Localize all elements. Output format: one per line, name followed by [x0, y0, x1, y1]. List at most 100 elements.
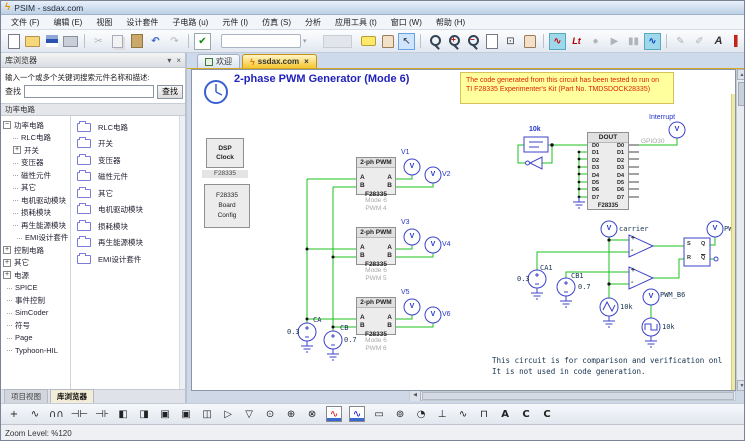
menu-utilities[interactable]: 应用工具 (t) — [335, 17, 377, 28]
vertical-scrollbar[interactable]: ▲ ▼ — [736, 69, 745, 391]
tree-expander-icon[interactable] — [13, 200, 18, 201]
tree-magnetic[interactable]: 磁性元件 — [1, 169, 70, 182]
scroll-up-icon[interactable]: ▲ — [737, 69, 745, 80]
tree-sources[interactable]: + 电源 — [1, 269, 70, 282]
run-icon[interactable]: ▶ — [606, 33, 623, 50]
transformer-2-icon[interactable]: ▣ — [179, 406, 193, 422]
tab-welcome[interactable]: 欢迎 — [197, 54, 240, 68]
edit-disabled-icon[interactable]: ✎ — [672, 33, 689, 50]
horizontal-scrollbar[interactable]: ◀ — [409, 391, 736, 401]
edit2-disabled-icon[interactable]: ✐ — [691, 33, 708, 50]
tree-expander-icon[interactable] — [7, 338, 12, 339]
tree-expander-icon[interactable]: − — [3, 121, 11, 129]
voltage-probe[interactable]: V — [404, 163, 420, 170]
capacitor-icon[interactable]: ⊣⊢ — [71, 406, 88, 422]
sine-source-icon[interactable]: ∿ — [456, 406, 470, 422]
clip-icon[interactable]: ▌ — [729, 33, 745, 50]
current-source-icon[interactable]: ⊚ — [393, 406, 407, 422]
voltage-probe[interactable]: V — [425, 241, 441, 248]
separator[interactable] — [84, 34, 85, 48]
label-icon[interactable] — [360, 33, 377, 50]
voltage-source-icon[interactable]: ⊕ — [284, 406, 298, 422]
tree-rlc[interactable]: RLC电路 — [1, 132, 70, 145]
tree-thermal[interactable]: 损耗模块 — [1, 207, 70, 220]
dsp-clock-block[interactable]: DSP Clock — [206, 138, 244, 168]
new-file-icon[interactable] — [5, 33, 22, 50]
find-button[interactable]: 查找 — [157, 85, 183, 99]
voltage-probe[interactable]: V — [404, 233, 420, 240]
folder-motor-drive[interactable]: 电机驱动模块 — [77, 202, 179, 219]
run-simulation-icon[interactable]: ∿ — [549, 33, 566, 50]
resistor-icon[interactable]: ∿ — [28, 406, 42, 422]
find-input[interactable] — [24, 85, 154, 98]
tree-expander-icon[interactable]: + — [3, 246, 11, 254]
save-icon[interactable] — [43, 33, 60, 50]
tree-motor-drive[interactable]: 电机驱动模块 — [1, 194, 70, 207]
open-file-icon[interactable] — [24, 33, 41, 50]
tree-expander-icon[interactable] — [17, 238, 22, 239]
tree-expander-icon[interactable] — [13, 188, 18, 189]
opamp-2-icon[interactable]: ▽ — [242, 406, 256, 422]
inductor-icon[interactable]: ∩∩ — [49, 406, 64, 422]
zoom-out-icon[interactable]: − — [464, 33, 481, 50]
transformer-icon[interactable]: ▣ — [158, 406, 172, 422]
mosfet-icon[interactable]: ◧ — [116, 406, 130, 422]
folder-emi[interactable]: EMI设计套件 — [77, 251, 179, 268]
separator[interactable] — [188, 34, 189, 48]
tree-expander-icon[interactable] — [13, 225, 18, 226]
separator[interactable] — [420, 34, 421, 48]
tree-power-circuits[interactable]: − 功率电路 — [1, 119, 70, 132]
separator[interactable] — [666, 34, 667, 48]
tree-expander-icon[interactable]: + — [3, 271, 11, 279]
panel-close-icon[interactable]: × — [176, 56, 181, 65]
tree-expander-icon[interactable] — [13, 213, 18, 214]
pan-hand-icon[interactable] — [379, 33, 396, 50]
igbt-icon[interactable]: ◨ — [137, 406, 151, 422]
tree-event-control[interactable]: 事件控制 — [1, 294, 70, 307]
scope-view-icon[interactable]: ∿ — [644, 33, 661, 50]
resistor-box-icon[interactable]: ▭ — [372, 406, 386, 422]
zoom-icon[interactable] — [426, 33, 443, 50]
wire-icon[interactable]: + — [7, 406, 21, 422]
pwm-block-1[interactable]: 2-ph PWM AA BB F28335 — [356, 157, 396, 195]
tree-emi[interactable]: EMI设计套件 — [1, 232, 70, 245]
pwm-block-3[interactable]: 2-ph PWM AA BB F28335 — [356, 297, 396, 335]
horizontal-scroll-thumb[interactable] — [422, 392, 734, 400]
folder-transformers[interactable]: 变压器 — [77, 152, 179, 169]
ground-icon[interactable]: ⊥ — [435, 406, 449, 422]
zoom-area-icon[interactable]: ⊡ — [502, 33, 519, 50]
folder-switches[interactable]: 开关 — [77, 136, 179, 153]
tree-other[interactable]: 其它 — [1, 182, 70, 195]
zoom-in-icon[interactable]: + — [445, 33, 462, 50]
zoom-fit-icon[interactable] — [483, 33, 500, 50]
menu-elements[interactable]: 元件 (I) — [222, 17, 248, 28]
voltage-probe[interactable]: V — [404, 303, 420, 310]
combo-dropdown-icon[interactable]: ▾ — [303, 37, 307, 45]
scroll-down-icon[interactable]: ▼ — [737, 380, 745, 391]
stop-icon[interactable]: ● — [587, 33, 604, 50]
coupled-inductor-icon[interactable]: ◫ — [200, 406, 214, 422]
label-a-icon[interactable]: A — [498, 406, 512, 422]
menu-window[interactable]: 窗口 (W) — [391, 17, 422, 28]
dout-block[interactable]: DOUT D0D1D2D3D4D5D6D7 D0D1D2D3D4D5D6D7 F… — [587, 132, 629, 210]
folder-renewable[interactable]: 再生能源模块 — [77, 235, 179, 252]
tree-expander-icon[interactable] — [7, 300, 12, 301]
capacitor-polar-icon[interactable]: ⊣⊦ — [95, 406, 109, 422]
tree-typhoon-hil[interactable]: Typhoon-HIL — [1, 344, 70, 357]
vertical-scroll-thumb[interactable] — [738, 82, 745, 106]
schematic-canvas[interactable]: 2-phase PWM Generator (Mode 6) The code … — [191, 69, 736, 391]
tree-spice[interactable]: SPICE — [1, 282, 70, 295]
tree-transformers[interactable]: 变压器 — [1, 157, 70, 170]
folder-scrollbar[interactable] — [179, 116, 185, 389]
voltage-probe[interactable]: V — [707, 225, 723, 232]
menu-view[interactable]: 视图 — [96, 17, 112, 28]
tree-expander-icon[interactable] — [7, 325, 12, 326]
opamp-icon[interactable]: ▷ — [221, 406, 235, 422]
toolbar-combo-input[interactable] — [221, 34, 301, 48]
cut-icon[interactable]: ✂ — [90, 33, 107, 50]
menu-subcircuit[interactable]: 子电路 (u) — [172, 17, 208, 28]
folder-rlc[interactable]: RLC电路 — [77, 119, 179, 136]
menu-design-suites[interactable]: 设计套件 — [126, 17, 158, 28]
undo-icon[interactable]: ↶ — [147, 33, 164, 50]
voltage-probe[interactable]: V — [669, 126, 685, 133]
